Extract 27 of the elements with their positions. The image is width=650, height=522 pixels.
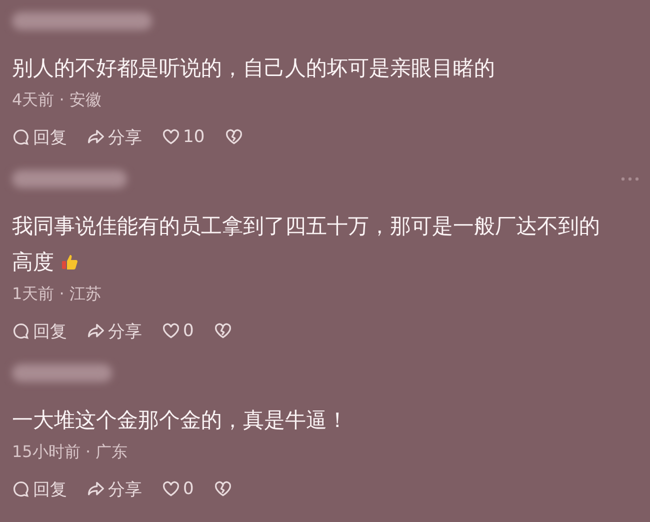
reply-button[interactable]: 回复 [12,320,67,342]
comment-icon [12,480,30,498]
heart-icon [162,128,180,146]
broken-heart-icon[interactable] [214,480,232,498]
like-button[interactable]: 0 [162,321,194,341]
reply-button[interactable]: 回复 [12,478,67,500]
comment-meta: 4天前 · 安徽 [12,90,102,109]
share-icon [87,480,105,498]
like-button[interactable]: 10 [162,127,205,147]
comment-text: 一大堆这个金那个金的，真是牛逼！ [12,408,348,432]
heart-icon [162,480,180,498]
comment-icon [12,128,30,146]
share-icon [87,322,105,340]
like-button[interactable]: 0 [162,479,194,499]
heart-icon [162,322,180,340]
share-button[interactable]: 分享 [87,320,142,342]
comment-meta: 1天前 · 江苏 [12,284,102,303]
comment-meta: 15小时前 · 广东 [12,442,128,461]
share-button[interactable]: 分享 [87,478,142,500]
comment-icon [12,322,30,340]
comment-text: 我同事说佳能有的员工拿到了四五十万，那可是一般厂达不到的高度 [12,214,600,274]
broken-heart-icon[interactable] [224,128,243,146]
reply-button[interactable]: 回复 [12,126,67,148]
share-icon [87,128,105,146]
share-button[interactable]: 分享 [87,126,142,148]
broken-heart-icon[interactable] [214,322,232,340]
comment-text: 别人的不好都是听说的，自己人的坏可是亲眼目睹的 [12,56,495,80]
